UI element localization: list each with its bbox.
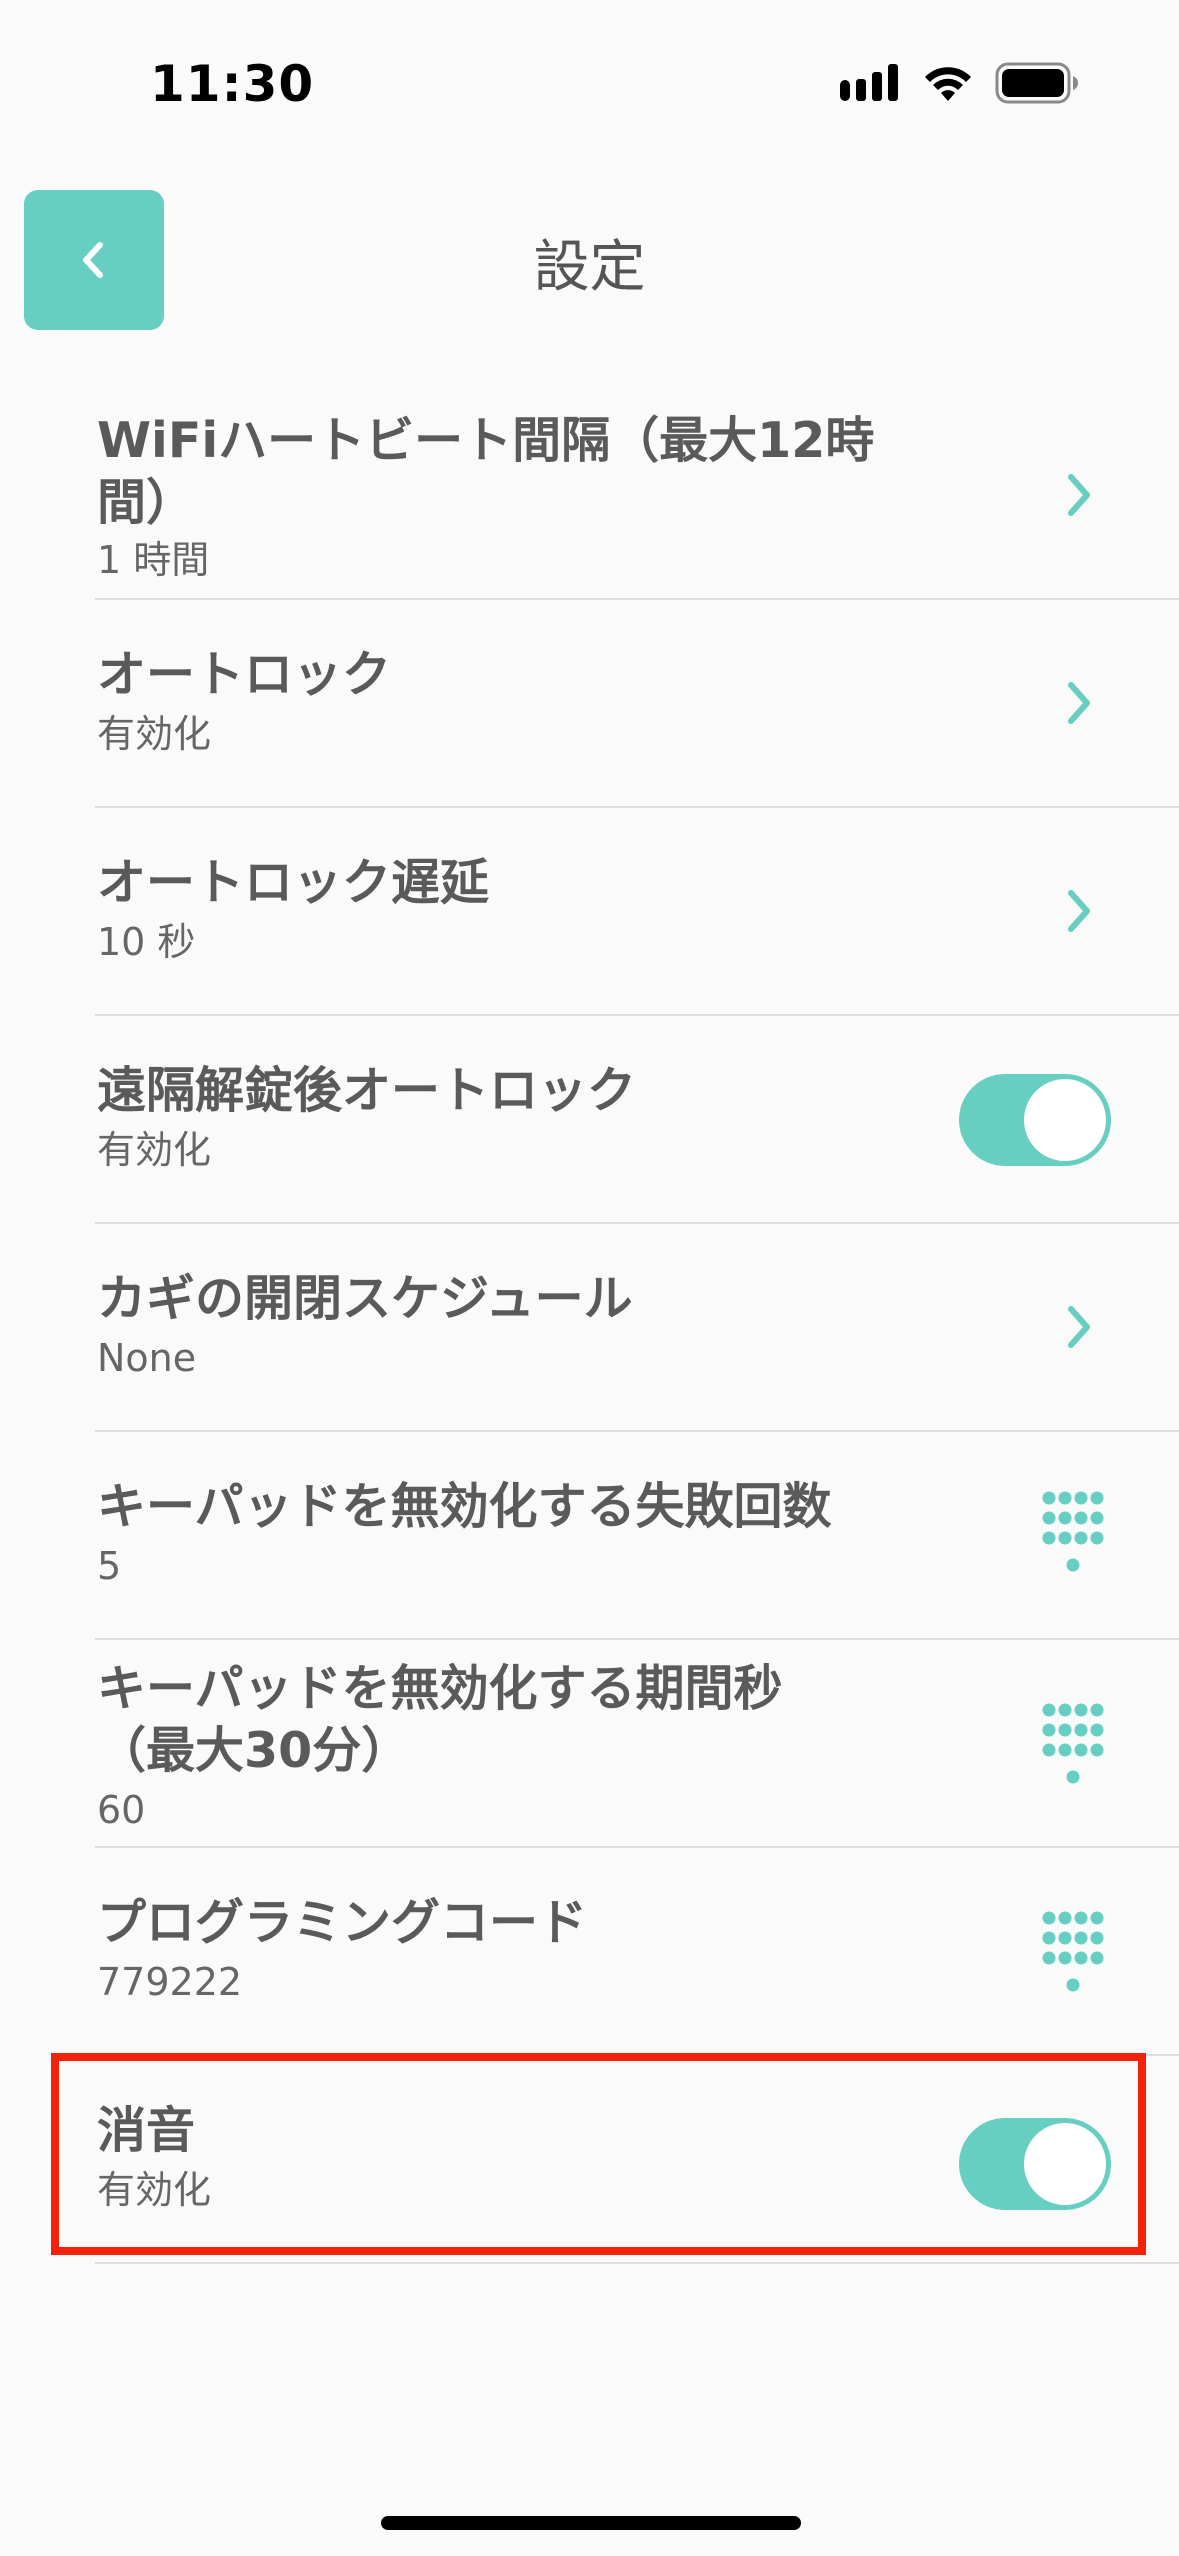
setting-title: WiFiハートビート間隔（最大12時間） <box>97 412 875 531</box>
setting-value: 5 <box>97 1544 122 1588</box>
setting-row-auto-lock-delay[interactable]: オートロック遅延 10 秒 <box>95 808 1179 1016</box>
keypad-icon <box>1042 1491 1104 1572</box>
setting-title: オートロック <box>97 646 392 703</box>
header: 設定 <box>0 170 1179 350</box>
setting-row-programming-code[interactable]: プログラミングコード 779222 <box>95 1848 1179 2056</box>
battery-icon <box>995 62 1078 104</box>
settings-list: WiFiハートビート間隔（最大12時間） 1 時間 オートロック 有効化 オート… <box>95 390 1179 2264</box>
setting-title: 消音 <box>97 2102 196 2159</box>
setting-value: 有効化 <box>97 712 212 756</box>
status-bar: 11:30 <box>0 0 1179 170</box>
setting-row-mute: 消音 有効化 <box>95 2056 1179 2264</box>
setting-title: プログラミングコード <box>97 1894 588 1951</box>
toggle-knob <box>1024 2123 1106 2205</box>
toggle-knob <box>1024 1079 1106 1161</box>
chevron-right-icon <box>1068 682 1090 724</box>
remote-unlock-auto-lock-toggle[interactable] <box>959 1074 1111 1166</box>
page-title: 設定 <box>533 235 646 300</box>
setting-title: キーパッドを無効化する期間秒（最大30分） <box>97 1660 783 1779</box>
keypad-icon <box>1042 1911 1104 1992</box>
setting-title: 遠隔解錠後オートロック <box>97 1062 637 1119</box>
setting-row-lock-schedule[interactable]: カギの開閉スケジュール None <box>95 1224 1179 1432</box>
status-icons <box>839 62 1079 104</box>
setting-value: 有効化 <box>97 1128 212 1172</box>
wifi-icon <box>925 67 971 101</box>
setting-value: 10 秒 <box>97 920 196 964</box>
mute-toggle[interactable] <box>959 2118 1111 2210</box>
setting-value: 60 <box>97 1788 146 1832</box>
setting-value: None <box>97 1336 197 1380</box>
setting-title: カギの開閉スケジュール <box>97 1270 633 1327</box>
setting-value: 779222 <box>97 1960 243 2004</box>
setting-row-keypad-fail-count[interactable]: キーパッドを無効化する失敗回数 5 <box>95 1432 1179 1640</box>
chevron-right-icon <box>1068 1306 1090 1348</box>
setting-title: オートロック遅延 <box>97 854 490 911</box>
cellular-signal-icon <box>840 64 898 101</box>
chevron-right-icon <box>1068 474 1090 516</box>
setting-value: 1 時間 <box>97 538 210 582</box>
setting-title: キーパッドを無効化する失敗回数 <box>97 1478 832 1535</box>
chevron-right-icon <box>1068 890 1090 932</box>
home-indicator <box>381 2516 801 2530</box>
setting-row-wifi-heartbeat[interactable]: WiFiハートビート間隔（最大12時間） 1 時間 <box>95 390 1179 600</box>
setting-row-keypad-disable-period[interactable]: キーパッドを無効化する期間秒（最大30分） 60 <box>95 1640 1179 1848</box>
setting-row-remote-unlock-auto-lock: 遠隔解錠後オートロック 有効化 <box>95 1016 1179 1224</box>
setting-row-auto-lock[interactable]: オートロック 有効化 <box>95 600 1179 808</box>
status-time: 11:30 <box>150 55 315 113</box>
setting-value: 有効化 <box>97 2168 212 2212</box>
keypad-icon <box>1042 1703 1104 1784</box>
